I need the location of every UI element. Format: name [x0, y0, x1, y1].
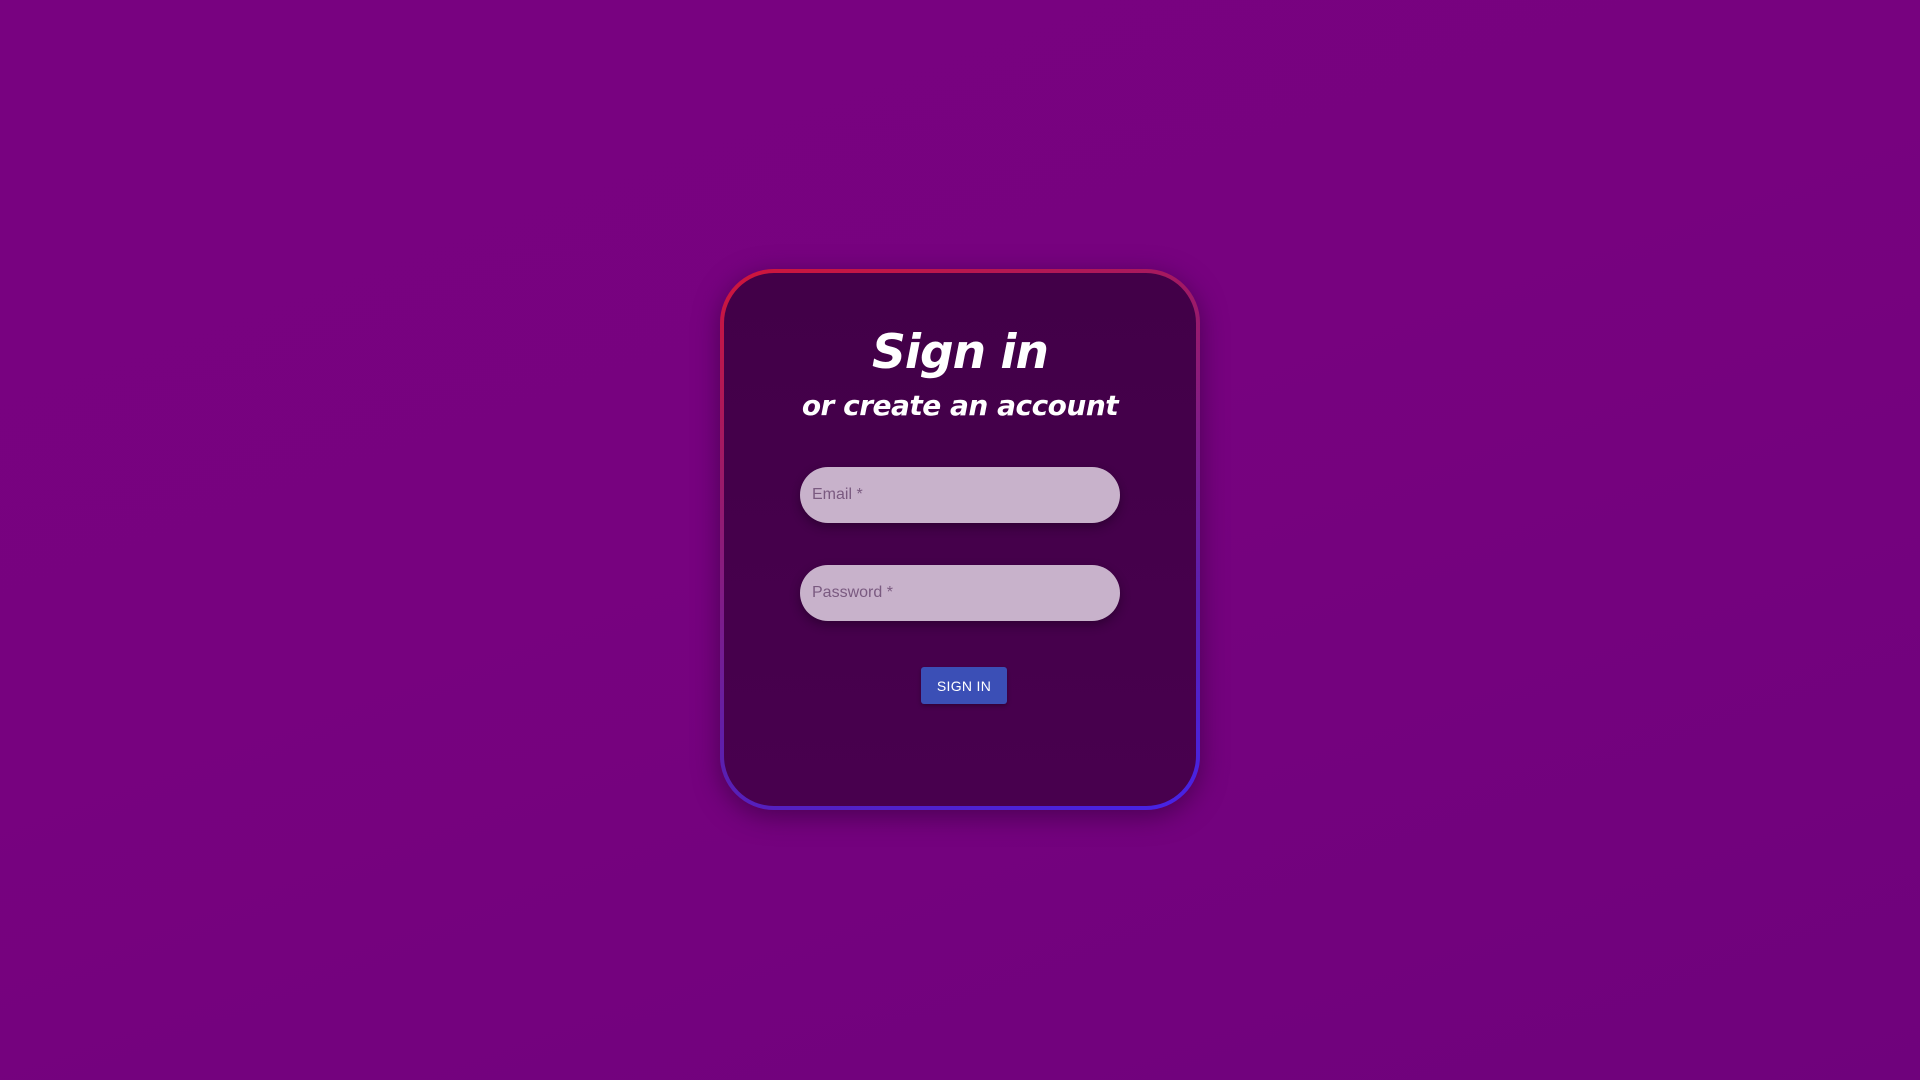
page-title: Sign in [872, 325, 1049, 380]
signin-card: Sign in or create an account SIGN IN [724, 273, 1196, 806]
page-subtitle: or create an account [801, 389, 1119, 422]
email-field[interactable] [800, 467, 1120, 523]
password-field[interactable] [800, 565, 1120, 621]
sign-in-button[interactable]: SIGN IN [921, 667, 1007, 704]
signin-card-border: Sign in or create an account SIGN IN [720, 269, 1200, 810]
